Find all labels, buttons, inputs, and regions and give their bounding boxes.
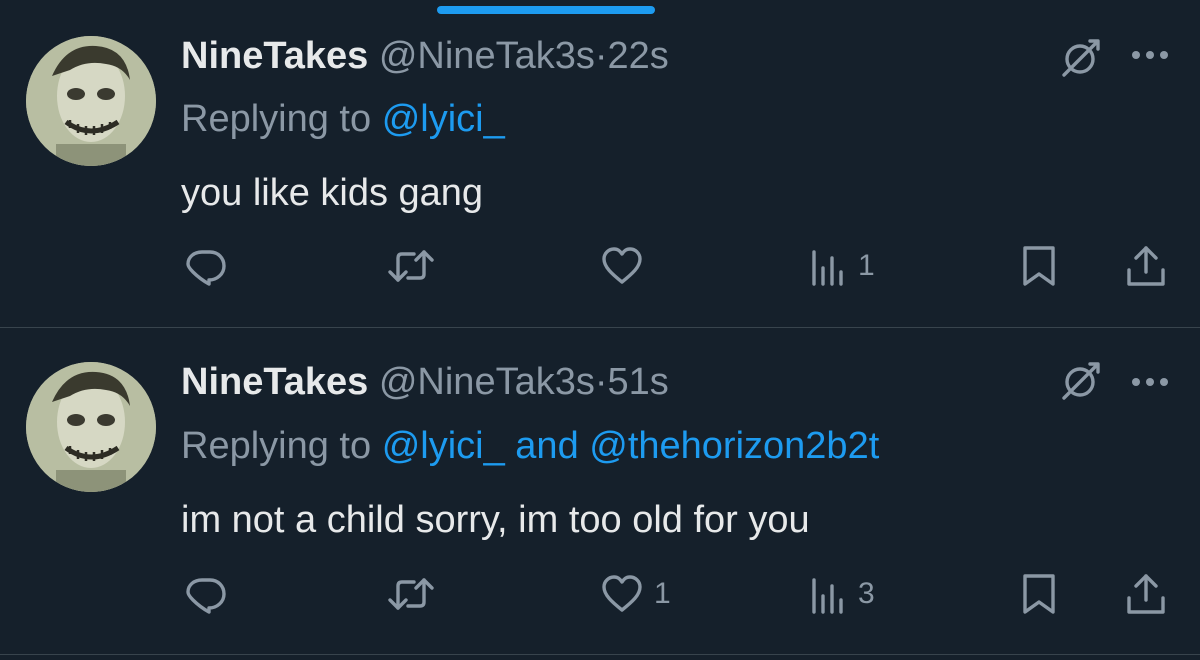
replying-to-line: Replying to @lyici_ and @thehorizon2b2t — [181, 424, 879, 468]
like-count: 1 — [654, 577, 671, 610]
more-icon[interactable] — [1128, 45, 1172, 65]
tweet[interactable]: NineTakes @NineTak3s·51s Replying to @ly… — [0, 328, 1200, 654]
like-button[interactable]: 1 — [600, 572, 671, 616]
avatar[interactable] — [26, 362, 156, 492]
tweet[interactable]: NineTakes @NineTak3s·22s Replying to @ly… — [0, 0, 1200, 327]
mention-link[interactable]: @lyici_ — [382, 425, 505, 467]
view-count: 3 — [858, 577, 875, 610]
replying-to-prefix: Replying to — [181, 98, 372, 140]
reply-button[interactable] — [184, 244, 238, 288]
mention-and[interactable]: and — [515, 425, 578, 467]
more-icon[interactable] — [1128, 372, 1172, 392]
separator: · — [594, 361, 608, 403]
retweet-button[interactable] — [386, 572, 446, 616]
bookmark-icon — [1023, 246, 1055, 286]
bookmark-button[interactable] — [1019, 244, 1059, 288]
tweet-text: im not a child sorry, im too old for you — [181, 499, 810, 541]
replying-to-prefix: Replying to — [181, 425, 372, 467]
tweet-header: NineTakes @NineTak3s·51s — [181, 360, 669, 404]
retweet-icon — [388, 578, 434, 610]
bookmark-button[interactable] — [1019, 572, 1059, 616]
view-count: 1 — [858, 249, 875, 282]
tweet-divider — [0, 654, 1200, 655]
like-button[interactable] — [600, 244, 654, 288]
share-icon — [1127, 246, 1165, 286]
views-button[interactable]: 3 — [810, 572, 875, 616]
avatar[interactable] — [26, 36, 156, 166]
separator: · — [594, 35, 608, 77]
user-handle[interactable]: @NineTak3s — [379, 35, 595, 77]
heart-icon — [602, 247, 642, 284]
views-icon — [812, 250, 843, 286]
mention-link[interactable]: @thehorizon2b2t — [589, 425, 879, 467]
display-name[interactable]: NineTakes — [181, 35, 368, 77]
display-name[interactable]: NineTakes — [181, 361, 368, 403]
timestamp[interactable]: 51s — [608, 361, 669, 403]
mention-link[interactable]: @lyici_ — [382, 98, 505, 140]
replying-to-line: Replying to @lyici_ — [181, 97, 505, 141]
grok-icon[interactable] — [1058, 37, 1102, 81]
timestamp[interactable]: 22s — [608, 35, 669, 77]
tweet-header: NineTakes @NineTak3s·22s — [181, 34, 669, 78]
reply-button[interactable] — [184, 572, 238, 616]
bookmark-icon — [1023, 574, 1055, 614]
share-button[interactable] — [1124, 244, 1168, 288]
retweet-button[interactable] — [386, 244, 446, 288]
grok-icon[interactable] — [1058, 360, 1102, 404]
views-button[interactable]: 1 — [810, 244, 875, 288]
views-icon — [812, 578, 843, 614]
user-handle[interactable]: @NineTak3s — [379, 361, 595, 403]
share-button[interactable] — [1124, 572, 1168, 616]
share-icon — [1127, 574, 1165, 614]
heart-icon — [602, 575, 642, 612]
reply-icon — [186, 578, 226, 614]
reply-icon — [186, 250, 226, 286]
retweet-icon — [388, 250, 434, 282]
tweet-text: you like kids gang — [181, 172, 484, 214]
